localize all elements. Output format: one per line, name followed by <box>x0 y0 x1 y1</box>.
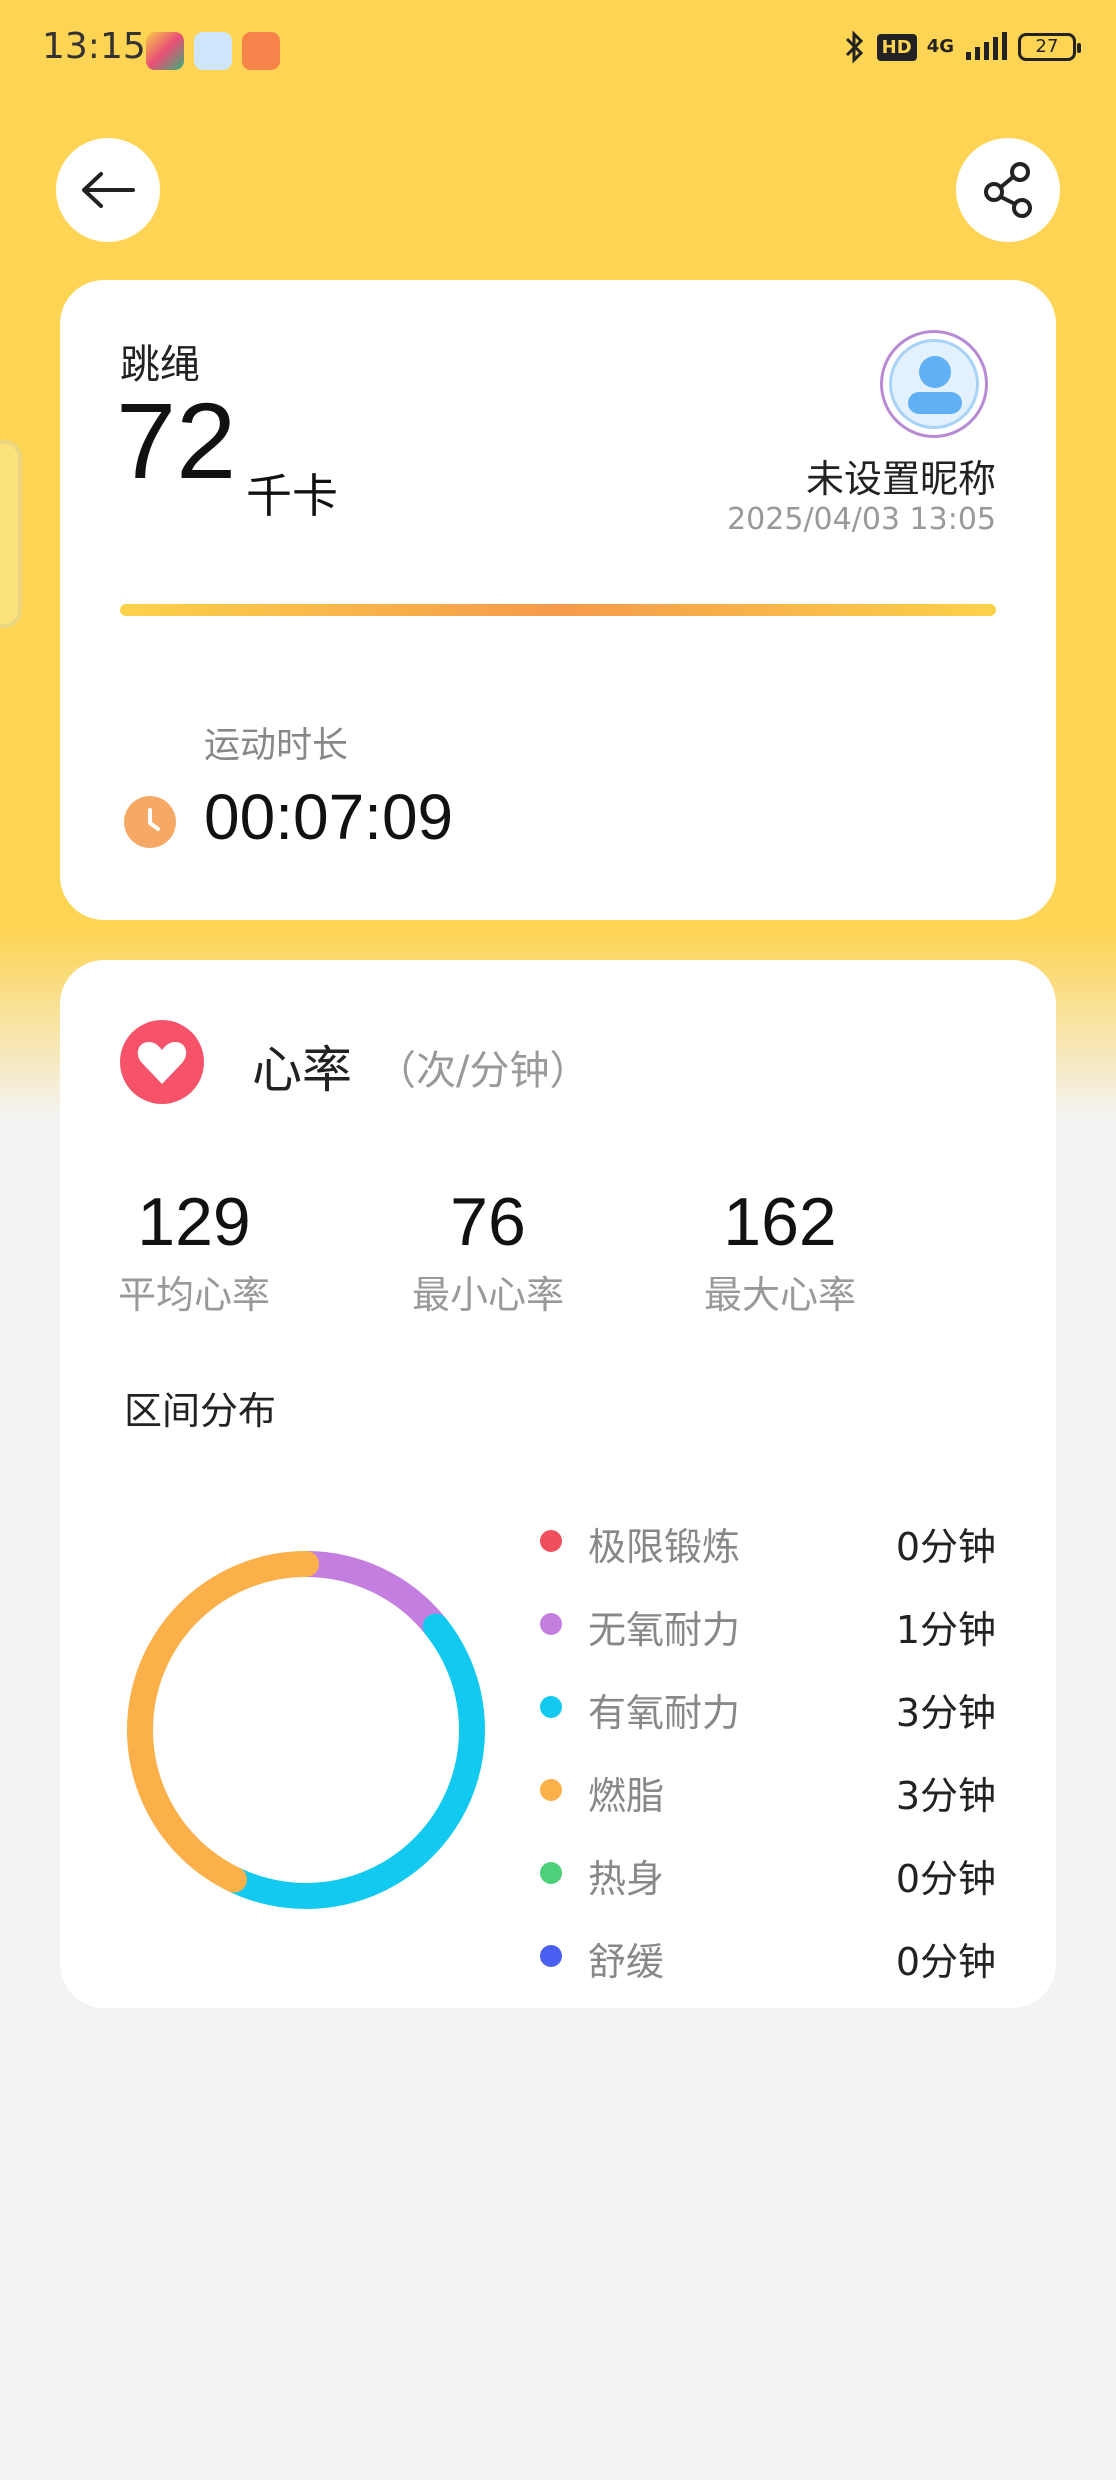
legend-label: 无氧耐力 <box>588 1608 741 1652</box>
legend-dot <box>540 1945 562 1967</box>
legend-dot <box>540 1530 562 1552</box>
side-card-peek <box>0 440 22 628</box>
donut-segment-3 <box>127 1551 319 1893</box>
progress-bar <box>120 604 996 616</box>
notification-fitness-icon <box>242 32 280 70</box>
network-type: 4G <box>926 36 954 57</box>
calories-value: 72 <box>116 380 237 501</box>
donut-segment-2 <box>220 1613 485 1909</box>
user-icon <box>889 339 979 429</box>
avatar[interactable] <box>880 330 988 438</box>
share-button[interactable] <box>956 138 1060 242</box>
workout-summary-card: 跳绳 72 千卡 未设置昵称 2025/04/03 13:05 运动时长 00:… <box>60 280 1056 920</box>
donut-segment-1 <box>293 1551 449 1640</box>
avg-heart-rate: 129 平均心率 <box>64 1182 324 1319</box>
status-bar: 13:15 HD 4G 27 <box>0 0 1116 100</box>
zone-legend: 极限锻炼 0分钟 无氧耐力 1分钟 有氧耐力 3分钟 燃脂 3分钟 热身 0分钟… <box>540 1510 996 2008</box>
signal-icon <box>966 32 1007 60</box>
legend-row-extreme: 极限锻炼 0分钟 <box>540 1510 996 1593</box>
battery-icon: 27 <box>1018 33 1081 61</box>
legend-value: 3分钟 <box>895 1774 996 1818</box>
legend-row-anaerobic: 无氧耐力 1分钟 <box>540 1593 996 1676</box>
legend-label: 舒缓 <box>588 1940 665 1984</box>
min-heart-rate: 76 最小心率 <box>358 1182 618 1319</box>
legend-row-warmup: 热身 0分钟 <box>540 1842 996 1925</box>
hd-badge: HD <box>876 33 917 61</box>
notification-app-icon <box>146 32 184 70</box>
bluetooth-icon <box>845 30 863 64</box>
legend-dot <box>540 1696 562 1718</box>
max-heart-rate: 162 最大心率 <box>650 1182 910 1319</box>
arrow-left-icon <box>82 172 135 208</box>
notification-bird-icon <box>194 32 232 70</box>
legend-row-fat-burn: 燃脂 3分钟 <box>540 1759 996 1842</box>
stat-label: 平均心率 <box>117 1273 270 1317</box>
legend-row-aerobic: 有氧耐力 3分钟 <box>540 1676 996 1759</box>
heart-icon <box>120 1020 204 1104</box>
legend-label: 有氧耐力 <box>588 1691 741 1735</box>
legend-row-relax: 舒缓 0分钟 <box>540 1925 996 2008</box>
stat-label: 最大心率 <box>703 1273 856 1317</box>
stat-label: 最小心率 <box>411 1273 564 1317</box>
duration-label: 运动时长 <box>204 725 349 766</box>
calories-unit: 千卡 <box>246 469 338 523</box>
status-icons: HD 4G 27 <box>843 30 1081 64</box>
stat-value: 76 <box>450 1184 526 1260</box>
status-time: 13:15 <box>42 26 146 67</box>
legend-value: 0分钟 <box>895 1940 996 1984</box>
clock-icon <box>124 796 176 848</box>
legend-label: 极限锻炼 <box>588 1525 741 1569</box>
nickname: 未设置昵称 <box>805 457 996 501</box>
legend-dot <box>540 1613 562 1635</box>
duration-value: 00:07:09 <box>204 781 454 853</box>
legend-value: 1分钟 <box>895 1608 996 1652</box>
back-button[interactable] <box>56 138 160 242</box>
legend-label: 燃脂 <box>588 1774 665 1818</box>
heart-rate-card: 心率 （次/分钟） 129 平均心率 76 最小心率 162 最大心率 区间分布… <box>60 960 1056 2008</box>
heart-rate-title: 心率 <box>252 1041 352 1099</box>
heart-rate-unit: （次/分钟） <box>376 1048 590 1094</box>
stat-value: 129 <box>137 1184 251 1260</box>
zone-donut-chart <box>127 1551 485 1909</box>
legend-value: 0分钟 <box>895 1857 996 1901</box>
legend-dot <box>540 1779 562 1801</box>
record-datetime: 2025/04/03 13:05 <box>727 502 996 537</box>
legend-dot <box>540 1862 562 1884</box>
stat-value: 162 <box>723 1184 837 1260</box>
legend-label: 热身 <box>588 1857 665 1901</box>
legend-value: 0分钟 <box>895 1525 996 1569</box>
zone-distribution-title: 区间分布 <box>124 1389 277 1433</box>
share-icon <box>984 162 1032 218</box>
legend-value: 3分钟 <box>895 1691 996 1735</box>
